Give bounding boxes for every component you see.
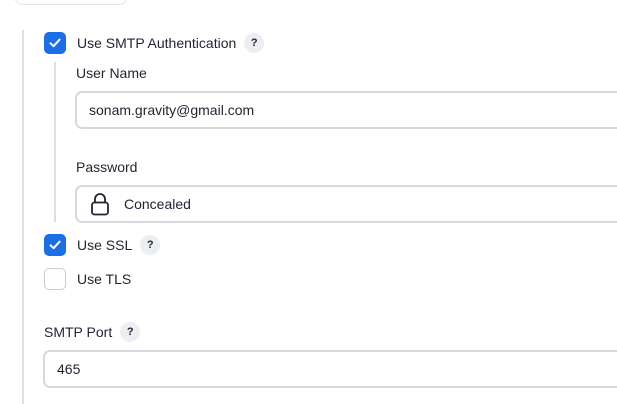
smtp-auth-row: Use SMTP Authentication ? bbox=[44, 31, 265, 55]
smtp-auth-label[interactable]: Use SMTP Authentication bbox=[77, 35, 236, 51]
ssl-label[interactable]: Use SSL bbox=[77, 237, 132, 253]
check-icon bbox=[49, 38, 61, 48]
help-icon[interactable]: ? bbox=[120, 322, 141, 342]
username-value: sonam.gravity@gmail.com bbox=[89, 102, 255, 118]
smtp-settings-panel: Use SMTP Authentication ? User Name sona… bbox=[0, 0, 617, 404]
smtp-port-value: 465 bbox=[57, 361, 81, 377]
password-concealed-text: Concealed bbox=[124, 196, 191, 212]
help-icon[interactable]: ? bbox=[244, 33, 265, 53]
smtp-auth-checkbox[interactable] bbox=[44, 32, 66, 54]
username-field[interactable]: sonam.gravity@gmail.com bbox=[75, 91, 617, 129]
check-icon bbox=[49, 240, 61, 250]
ssl-row: Use SSL ? bbox=[44, 233, 161, 257]
tls-row: Use TLS bbox=[44, 267, 131, 291]
help-icon[interactable]: ? bbox=[140, 235, 161, 255]
smtp-port-field[interactable]: 465 bbox=[43, 350, 617, 388]
tls-label[interactable]: Use TLS bbox=[77, 271, 131, 287]
section-divider-line bbox=[22, 30, 24, 404]
lock-icon bbox=[90, 192, 110, 216]
tls-checkbox[interactable] bbox=[44, 268, 66, 290]
password-field[interactable]: Concealed bbox=[75, 185, 617, 223]
smtp-port-label-row: SMTP Port ? bbox=[44, 320, 141, 344]
previous-field-edge bbox=[14, 0, 128, 5]
ssl-checkbox[interactable] bbox=[44, 234, 66, 256]
username-label: User Name bbox=[76, 65, 147, 81]
auth-subsection-line bbox=[54, 62, 56, 222]
smtp-port-label: SMTP Port bbox=[44, 324, 113, 340]
password-label: Password bbox=[76, 159, 138, 175]
